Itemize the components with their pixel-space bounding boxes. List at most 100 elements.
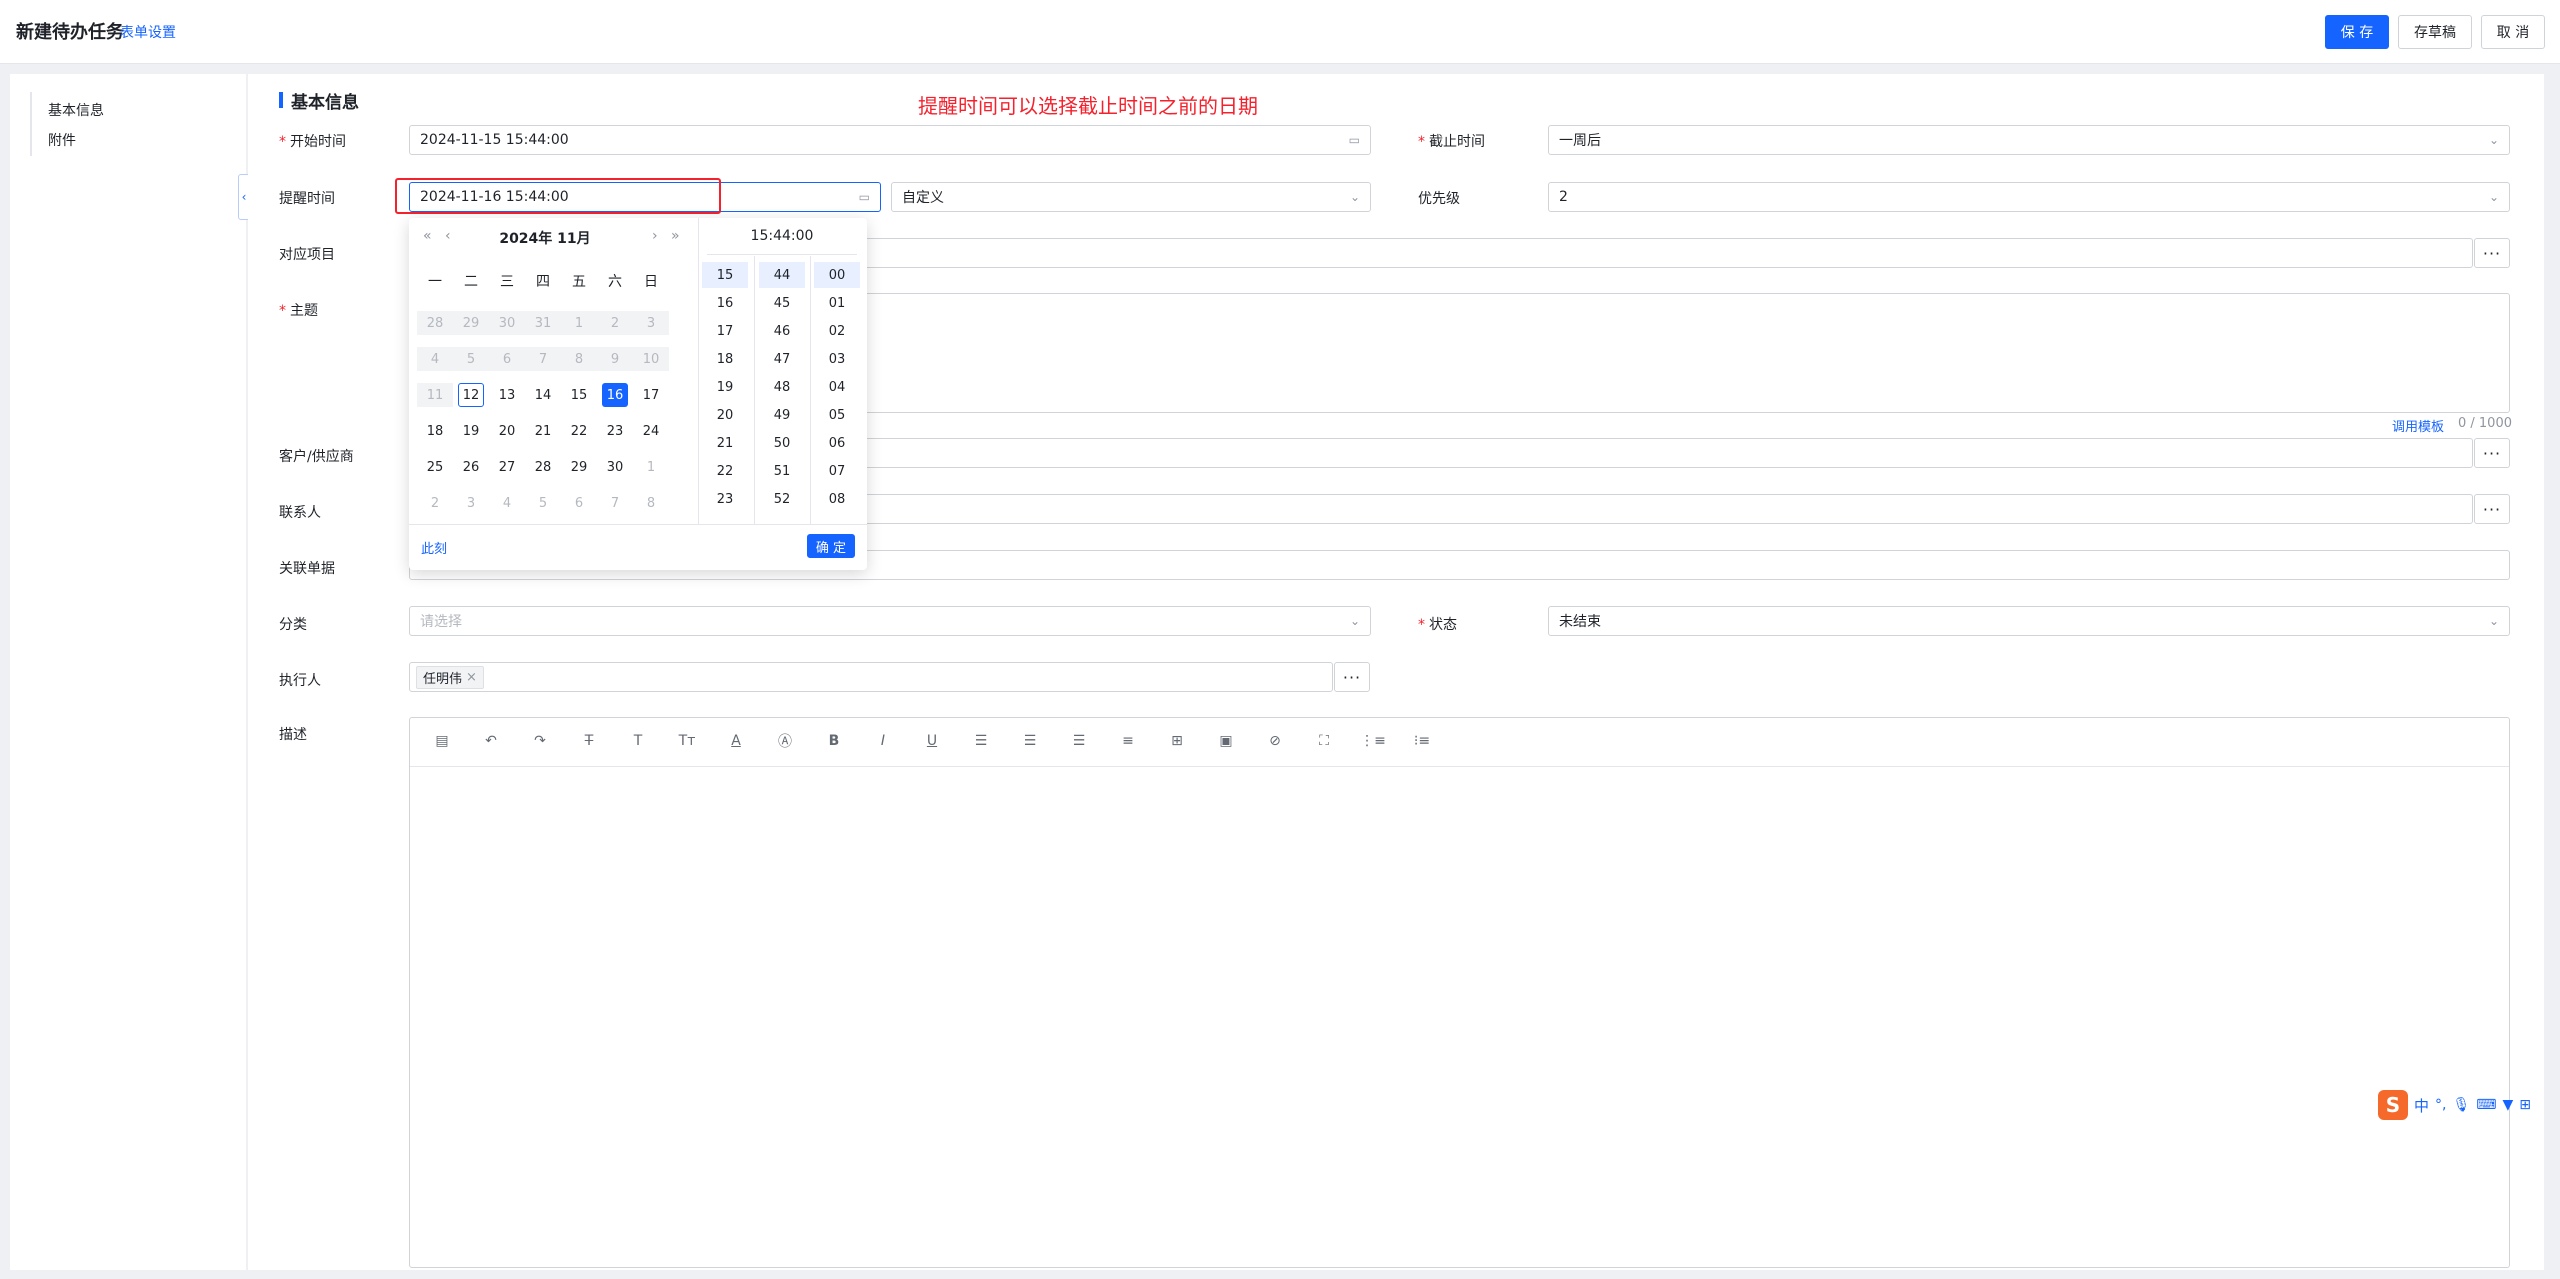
description-editor[interactable] (409, 717, 2510, 1268)
time-option[interactable]: 50 (759, 430, 805, 456)
prev-year-icon[interactable]: « (423, 228, 432, 244)
grid-icon[interactable]: ⊞ (2519, 1097, 2531, 1113)
time-option[interactable]: 17 (702, 318, 748, 344)
redo-icon[interactable]: ↷ (530, 731, 550, 751)
save-draft-button[interactable]: 存草稿 (2398, 15, 2472, 49)
calendar-day[interactable]: 2 (417, 491, 453, 515)
save-button[interactable]: 保 存 (2325, 15, 2389, 49)
calendar-day[interactable]: 30 (597, 455, 633, 479)
time-option[interactable]: 05 (814, 402, 860, 428)
calendar-day[interactable]: 17 (633, 383, 669, 407)
hour-column[interactable]: 15 16 17 18 19 20 21 22 23 (702, 262, 748, 514)
remind-mode-select[interactable]: 自定义 ⌄ (891, 182, 1371, 212)
calendar-day[interactable]: 7 (597, 491, 633, 515)
strikethrough-icon[interactable]: T (579, 731, 599, 751)
microphone-icon[interactable]: 🎙 (2452, 1097, 2470, 1113)
calendar-day[interactable]: 12 (458, 383, 484, 407)
font-size-icon[interactable]: Tт (677, 731, 697, 751)
calendar-day[interactable]: 25 (417, 455, 453, 479)
calendar-day[interactable]: 19 (453, 419, 489, 443)
align-center-icon[interactable]: ☰ (1020, 731, 1040, 751)
italic-icon[interactable]: I (873, 731, 893, 751)
time-option[interactable]: 03 (814, 346, 860, 372)
time-option[interactable]: 47 (759, 346, 805, 372)
calendar-day[interactable]: 24 (633, 419, 669, 443)
time-option[interactable]: 18 (702, 346, 748, 372)
nav-item-basic-info[interactable]: 基本信息 (48, 100, 104, 120)
table-icon[interactable]: ⊞ (1167, 731, 1187, 751)
use-template-link[interactable]: 调用模板 (2392, 416, 2444, 435)
calendar-day[interactable]: 3 (453, 491, 489, 515)
justify-icon[interactable]: ≡ (1118, 731, 1138, 751)
ordered-list-icon[interactable]: ⋮≡ (1360, 731, 1386, 751)
align-left-icon[interactable]: ☰ (971, 731, 991, 751)
time-option[interactable]: 51 (759, 458, 805, 484)
text-icon[interactable]: T (628, 731, 648, 751)
calendar-day[interactable]: 4 (489, 491, 525, 515)
time-option[interactable]: 04 (814, 374, 860, 400)
background-color-icon[interactable]: Ⓐ (775, 731, 795, 751)
time-option[interactable]: 00 (814, 262, 860, 288)
start-time-input[interactable]: 2024-11-15 15:44:00 ▭ (409, 125, 1371, 155)
calendar-day[interactable]: 8 (633, 491, 669, 515)
time-option[interactable]: 20 (702, 402, 748, 428)
calendar-day[interactable]: 18 (417, 419, 453, 443)
nav-item-attachments[interactable]: 附件 (48, 130, 76, 150)
calendar-day[interactable]: 21 (525, 419, 561, 443)
time-option[interactable]: 46 (759, 318, 805, 344)
time-option[interactable]: 16 (702, 290, 748, 316)
calendar-day[interactable]: 23 (597, 419, 633, 443)
calendar-day[interactable]: 20 (489, 419, 525, 443)
now-button[interactable]: 此刻 (421, 538, 447, 557)
next-year-icon[interactable]: » (671, 228, 680, 244)
executor-more-button[interactable]: ··· (1334, 662, 1370, 692)
format-icon[interactable]: ▤ (432, 731, 452, 751)
next-month-icon[interactable]: › (652, 228, 658, 244)
calendar-day[interactable]: 15 (561, 383, 597, 407)
minute-column[interactable]: 44 45 46 47 48 49 50 51 52 (759, 262, 805, 514)
form-settings-link[interactable]: 表单设置 (120, 22, 176, 42)
second-column[interactable]: 00 01 02 03 04 05 06 07 08 (814, 262, 860, 514)
time-option[interactable]: 52 (759, 486, 805, 512)
punctuation-icon[interactable]: °, (2435, 1097, 2446, 1113)
cancel-button[interactable]: 取 消 (2481, 15, 2545, 49)
calendar-day[interactable]: 28 (525, 455, 561, 479)
sogou-logo-icon[interactable]: S (2378, 1090, 2408, 1120)
status-select[interactable]: 未结束 ⌄ (1548, 606, 2510, 636)
time-option[interactable]: 48 (759, 374, 805, 400)
keyboard-icon[interactable]: ⌨ (2476, 1097, 2496, 1113)
chinese-mode-icon[interactable]: 中 (2414, 1095, 2429, 1116)
calendar-day[interactable]: 13 (489, 383, 525, 407)
align-right-icon[interactable]: ☰ (1069, 731, 1089, 751)
font-color-icon[interactable]: A (726, 731, 746, 751)
confirm-button[interactable]: 确 定 (807, 534, 855, 558)
calendar-day[interactable]: 14 (525, 383, 561, 407)
fullscreen-icon[interactable]: ⛶ (1314, 731, 1334, 751)
customer-more-button[interactable]: ··· (2474, 438, 2510, 468)
time-option[interactable]: 49 (759, 402, 805, 428)
time-option[interactable]: 02 (814, 318, 860, 344)
undo-icon[interactable]: ↶ (481, 731, 501, 751)
calendar-day[interactable]: 22 (561, 419, 597, 443)
time-option[interactable]: 06 (814, 430, 860, 456)
category-select[interactable]: 请选择 ⌄ (409, 606, 1371, 636)
skin-icon[interactable]: ▼ (2502, 1097, 2513, 1113)
attachment-icon[interactable]: ⊘ (1265, 731, 1285, 751)
contact-more-button[interactable]: ··· (2474, 494, 2510, 524)
picker-year-month[interactable]: 2024年 11月 (475, 228, 615, 248)
time-option[interactable]: 15 (702, 262, 748, 288)
calendar-day[interactable]: 27 (489, 455, 525, 479)
calendar-day[interactable]: 6 (561, 491, 597, 515)
time-option[interactable]: 07 (814, 458, 860, 484)
time-option[interactable]: 08 (814, 486, 860, 512)
bold-icon[interactable]: B (824, 731, 844, 751)
project-more-button[interactable]: ··· (2474, 238, 2510, 268)
executor-input[interactable]: 任明伟 × (409, 662, 1333, 692)
calendar-day[interactable]: 29 (561, 455, 597, 479)
prev-month-icon[interactable]: ‹ (445, 228, 451, 244)
calendar-day[interactable]: 1 (633, 455, 669, 479)
priority-select[interactable]: 2 ⌄ (1548, 182, 2510, 212)
time-option[interactable]: 19 (702, 374, 748, 400)
time-option[interactable]: 01 (814, 290, 860, 316)
unordered-list-icon[interactable]: ⁝≡ (1412, 731, 1432, 751)
